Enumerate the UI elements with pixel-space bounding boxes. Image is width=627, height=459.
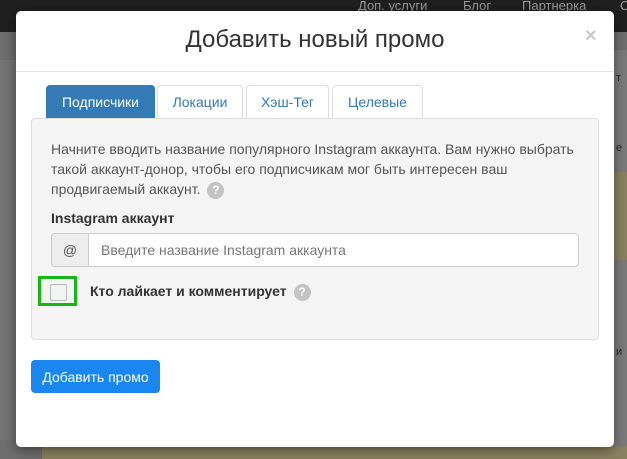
instagram-account-input-group: @	[51, 233, 579, 267]
instagram-account-label: Instagram аккаунт	[51, 210, 175, 226]
tab-locations[interactable]: Локации	[157, 85, 243, 118]
tab-content-panel: Начните вводить название популярного Ins…	[31, 118, 599, 340]
bg-fragment: и	[616, 346, 623, 358]
likes-comments-label-text: Кто лайкает и комментирует	[90, 283, 287, 299]
help-icon[interactable]: ?	[293, 283, 311, 301]
background-footer-strip	[42, 446, 627, 459]
checkbox-highlight-frame	[38, 276, 77, 306]
help-icon[interactable]: ?	[207, 181, 225, 199]
close-icon[interactable]: ×	[585, 26, 597, 46]
add-promo-modal: Добавить новый промо × Подписчики Локаци…	[16, 11, 614, 447]
likes-comments-checkbox[interactable]	[50, 284, 67, 301]
description-text: Начните вводить название популярного Ins…	[51, 139, 581, 199]
tab-followers[interactable]: Подписчики	[46, 85, 155, 118]
add-promo-button[interactable]: Добавить промо	[31, 360, 160, 393]
tab-hashtag[interactable]: Хэш-Тег	[246, 85, 329, 118]
background-notice	[612, 172, 627, 260]
likes-comments-label[interactable]: Кто лайкает и комментирует ?	[90, 283, 311, 301]
modal-title: Добавить новый промо	[185, 26, 445, 53]
tab-targeted[interactable]: Целевые	[332, 85, 423, 118]
instagram-account-input[interactable]	[89, 234, 577, 266]
nav-link-more[interactable]: С	[620, 0, 627, 13]
modal-header: Добавить новый промо ×	[16, 11, 614, 72]
description-body: Начните вводить название популярного Ins…	[51, 141, 574, 197]
background-left-panel	[0, 60, 16, 440]
bg-fragment: е	[616, 142, 623, 154]
at-sign-icon: @	[52, 234, 89, 266]
bg-fragment: т	[616, 72, 622, 84]
